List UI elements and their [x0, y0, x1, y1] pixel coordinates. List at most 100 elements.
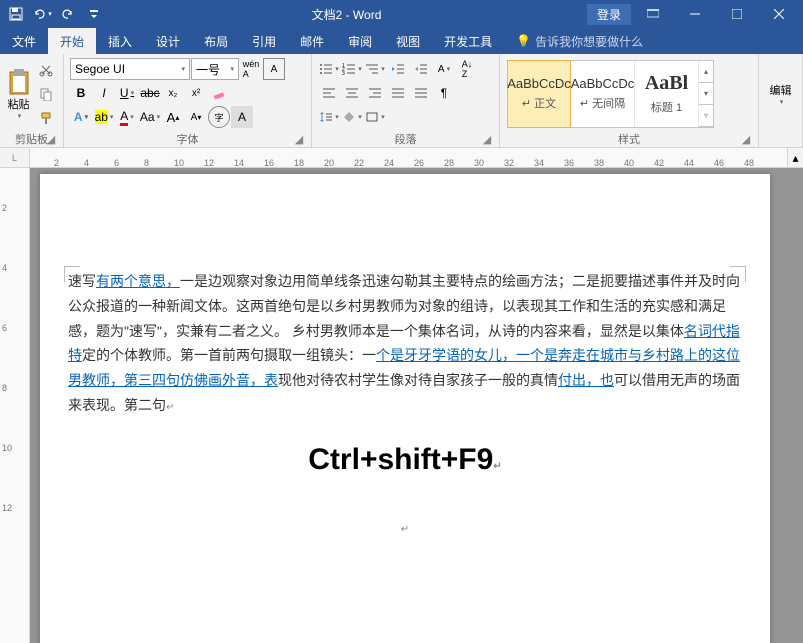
group-editing: 编辑 ▾ [759, 54, 803, 147]
font-name-combo[interactable]: Segoe UI▾ [70, 58, 190, 80]
show-hide-marks-button[interactable]: ¶ [433, 82, 455, 104]
group-font: Segoe UI▾ 一号▾ wénA A B I U▾ abc x₂ x² A▾… [64, 54, 312, 147]
tab-review[interactable]: 审阅 [336, 28, 384, 54]
document-area: 24681012 速写有两个意思，一是边观察对象边用简单线条迅速勾勒其主要特点的… [0, 168, 803, 643]
strikethrough-button[interactable]: abc [139, 82, 161, 104]
align-justify-button[interactable] [387, 82, 409, 104]
multilevel-list-button[interactable]: ▾ [364, 58, 386, 80]
quick-access-toolbar: ▾ [0, 2, 106, 26]
distributed-button[interactable] [410, 82, 432, 104]
phonetic-guide-button[interactable]: wénA [240, 58, 262, 80]
hyperlink[interactable]: 有两个意思， [96, 273, 180, 289]
align-center-button[interactable] [341, 82, 363, 104]
paragraph-mark-icon: ↵ [493, 461, 501, 472]
borders-button[interactable]: ▾ [364, 106, 386, 128]
clear-formatting-button[interactable] [208, 82, 230, 104]
format-painter-button[interactable] [35, 107, 57, 129]
ruler-corner[interactable]: L [0, 148, 30, 167]
paste-button[interactable]: 粘贴 ▾ [4, 56, 33, 131]
ruler-h-scale[interactable]: 2468101214161820222426283032343638404244… [30, 148, 787, 167]
subscript-button[interactable]: x₂ [162, 82, 184, 104]
style-no-spacing[interactable]: AaBbCcDc ↵ 无间隔 [571, 61, 635, 127]
tab-home[interactable]: 开始 [48, 28, 96, 54]
styles-gallery[interactable]: AaBbCcDc ↵ 正文 AaBbCcDc ↵ 无间隔 AaBl 标题 1 ▴… [507, 60, 714, 128]
grow-font-button[interactable]: A▴ [162, 106, 184, 128]
bullets-button[interactable]: ▾ [318, 58, 340, 80]
margin-mark-icon [64, 266, 80, 282]
align-left-button[interactable] [318, 82, 340, 104]
save-button[interactable] [4, 2, 28, 26]
styles-launcher[interactable]: ◢ [740, 133, 752, 145]
gallery-up-button[interactable]: ▴ [699, 61, 713, 83]
group-styles: AaBbCcDc ↵ 正文 AaBbCcDc ↵ 无间隔 AaBl 标题 1 ▴… [500, 54, 759, 147]
tab-design[interactable]: 设计 [144, 28, 192, 54]
tell-me-search[interactable]: 💡 告诉我你想要做什么 [504, 28, 643, 54]
gallery-more-button[interactable]: ▿ [699, 105, 713, 127]
group-label: 字体 [177, 134, 199, 146]
tab-file[interactable]: 文件 [0, 28, 48, 54]
ribbon-display-button[interactable] [633, 0, 673, 28]
group-paragraph: ▾ 123▾ ▾ A▾ A↓Z ¶ ▾ ▾ ▾ 段落 ◢ [312, 54, 500, 147]
ruler-horizontal: L 24681012141618202224262830323436384042… [0, 148, 803, 168]
document-scroll[interactable]: 速写有两个意思，一是边观察对象边用简单线条迅速勾勒其主要特点的绘画方法；二是扼要… [30, 168, 803, 643]
shading-button[interactable]: ▾ [341, 106, 363, 128]
gallery-down-button[interactable]: ▾ [699, 83, 713, 105]
group-label: 剪贴板 [15, 134, 48, 146]
style-normal[interactable]: AaBbCcDc ↵ 正文 [507, 60, 571, 128]
enclose-character-button[interactable]: 字 [208, 106, 230, 128]
highlight-button[interactable]: ab▾ [93, 106, 115, 128]
underline-button[interactable]: U▾ [116, 82, 138, 104]
asian-layout-button[interactable]: A▾ [433, 58, 455, 80]
maximize-button[interactable] [717, 0, 757, 28]
italic-button[interactable]: I [93, 82, 115, 104]
change-case-button[interactable]: Aa▾ [139, 106, 161, 128]
group-label: 样式 [618, 134, 640, 146]
close-button[interactable] [759, 0, 799, 28]
paragraph-mark-icon: ↵ [401, 524, 409, 535]
character-shading-button[interactable]: A [231, 106, 253, 128]
margin-mark-icon [730, 266, 746, 282]
redo-button[interactable] [56, 2, 80, 26]
hyperlink[interactable]: 付出，也 [558, 372, 614, 388]
shrink-font-button[interactable]: A▾ [185, 106, 207, 128]
cut-button[interactable] [35, 59, 57, 81]
group-clipboard: 粘贴 ▾ 剪贴板◢ [0, 54, 64, 147]
undo-button[interactable]: ▾ [30, 2, 54, 26]
style-heading-1[interactable]: AaBl 标题 1 [635, 61, 699, 127]
font-launcher[interactable]: ◢ [293, 133, 305, 145]
lightbulb-icon: 💡 [516, 34, 531, 48]
empty-paragraph[interactable]: ↵ [68, 517, 742, 541]
numbering-button[interactable]: 123▾ [341, 58, 363, 80]
gallery-scroll: ▴ ▾ ▿ [699, 61, 713, 127]
character-border-button[interactable]: A [263, 58, 285, 80]
clipboard-launcher[interactable]: ◢ [45, 133, 57, 145]
increase-indent-button[interactable] [410, 58, 432, 80]
ruler-vertical[interactable]: 24681012 [0, 168, 30, 643]
sort-button[interactable]: A↓Z [456, 58, 478, 80]
paragraph-launcher[interactable]: ◢ [481, 133, 493, 145]
page[interactable]: 速写有两个意思，一是边观察对象边用简单线条迅速勾勒其主要特点的绘画方法；二是扼要… [40, 174, 770, 643]
font-color-button[interactable]: A▾ [116, 106, 138, 128]
align-right-button[interactable] [364, 82, 386, 104]
line-spacing-button[interactable]: ▾ [318, 106, 340, 128]
ruler-nav-up[interactable]: ▴ [787, 148, 803, 167]
tab-developer[interactable]: 开发工具 [432, 28, 504, 54]
tab-mailings[interactable]: 邮件 [288, 28, 336, 54]
decrease-indent-button[interactable] [387, 58, 409, 80]
bold-button[interactable]: B [70, 82, 92, 104]
editing-button[interactable]: 编辑 ▾ [763, 56, 798, 131]
tab-insert[interactable]: 插入 [96, 28, 144, 54]
login-button[interactable]: 登录 [587, 4, 631, 25]
font-size-combo[interactable]: 一号▾ [191, 58, 239, 80]
copy-button[interactable] [35, 83, 57, 105]
heading-text[interactable]: Ctrl+shift+F9↵ [68, 443, 742, 477]
text-effects-button[interactable]: A▾ [70, 106, 92, 128]
minimize-button[interactable] [675, 0, 715, 28]
group-label: 段落 [395, 134, 417, 146]
tab-layout[interactable]: 布局 [192, 28, 240, 54]
superscript-button[interactable]: x² [185, 82, 207, 104]
qat-customize-button[interactable] [82, 2, 106, 26]
tab-view[interactable]: 视图 [384, 28, 432, 54]
body-paragraph[interactable]: 速写有两个意思，一是边观察对象边用简单线条迅速勾勒其主要特点的绘画方法；二是扼要… [68, 270, 742, 419]
tab-references[interactable]: 引用 [240, 28, 288, 54]
